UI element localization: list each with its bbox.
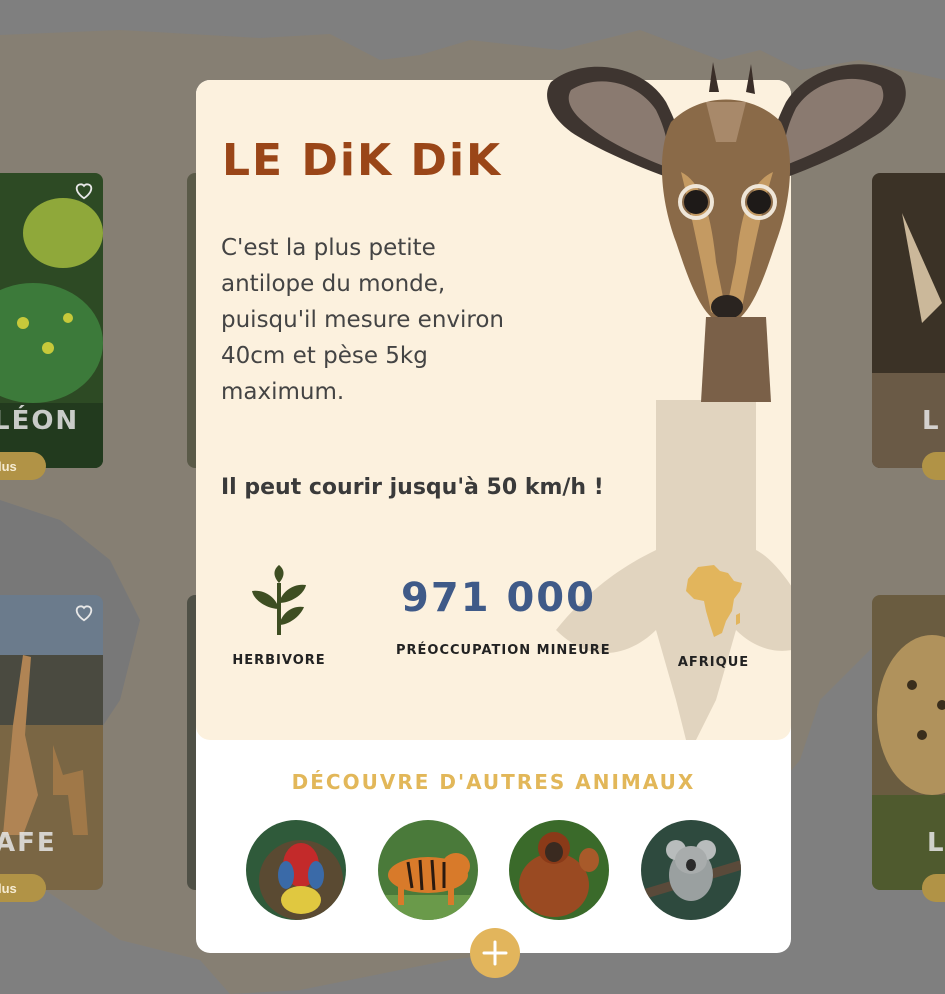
stat-diet: HERBIVORE — [224, 565, 334, 668]
animal-modal: LE DiK DiK C'est la plus petite antilope… — [196, 62, 906, 978]
more-button[interactable]: lus — [0, 452, 46, 480]
more-label: lus — [0, 880, 17, 896]
others-title: DÉCOUVRE D'AUTRES ANIMAUX — [291, 770, 696, 794]
plus-icon — [482, 940, 508, 966]
more-button[interactable]: lus — [0, 874, 46, 902]
more-label: lus — [0, 458, 17, 474]
thumb-mandrill[interactable] — [246, 820, 346, 920]
card-name: L — [927, 828, 945, 858]
orangutan-photo — [509, 820, 609, 920]
animal-title: LE DiK DiK — [222, 135, 503, 186]
stat-region: AFRIQUE — [666, 565, 761, 670]
region-label: AFRIQUE — [677, 655, 750, 670]
show-more-button[interactable] — [470, 928, 520, 978]
thumb-orangutan[interactable] — [509, 820, 609, 920]
leaf-icon — [252, 565, 306, 635]
bg-card-chameleon[interactable]: LÉON — [0, 173, 103, 468]
africa-icon — [685, 565, 742, 637]
card-name: LÉON — [0, 406, 80, 436]
card-name: L — [922, 406, 941, 436]
thumb-tiger[interactable] — [378, 820, 478, 920]
dikdik-photo — [547, 62, 906, 402]
stat-population: 971 000 PRÉOCCUPATION MINEURE — [396, 575, 611, 658]
tiger-photo — [378, 820, 478, 920]
diet-label: HERBIVORE — [232, 653, 326, 668]
card-name: AFE — [0, 828, 57, 858]
population-number: 971 000 — [401, 575, 596, 621]
more-button[interactable] — [922, 452, 945, 480]
bg-card-leopard[interactable]: L — [872, 595, 945, 890]
more-button[interactable] — [922, 874, 945, 902]
thumb-koala[interactable] — [641, 820, 741, 920]
heart-icon[interactable] — [73, 601, 95, 623]
conservation-status-label: PRÉOCCUPATION MINEURE — [396, 643, 611, 658]
animal-description: C'est la plus petite antilope du monde, … — [221, 235, 504, 405]
mandrill-photo — [246, 820, 346, 920]
bg-card-giraffe[interactable]: AFE — [0, 595, 103, 890]
animal-fact: Il peut courir jusqu'à 50 km/h ! — [221, 475, 604, 500]
koala-photo — [641, 820, 741, 920]
heart-icon[interactable] — [73, 179, 95, 201]
